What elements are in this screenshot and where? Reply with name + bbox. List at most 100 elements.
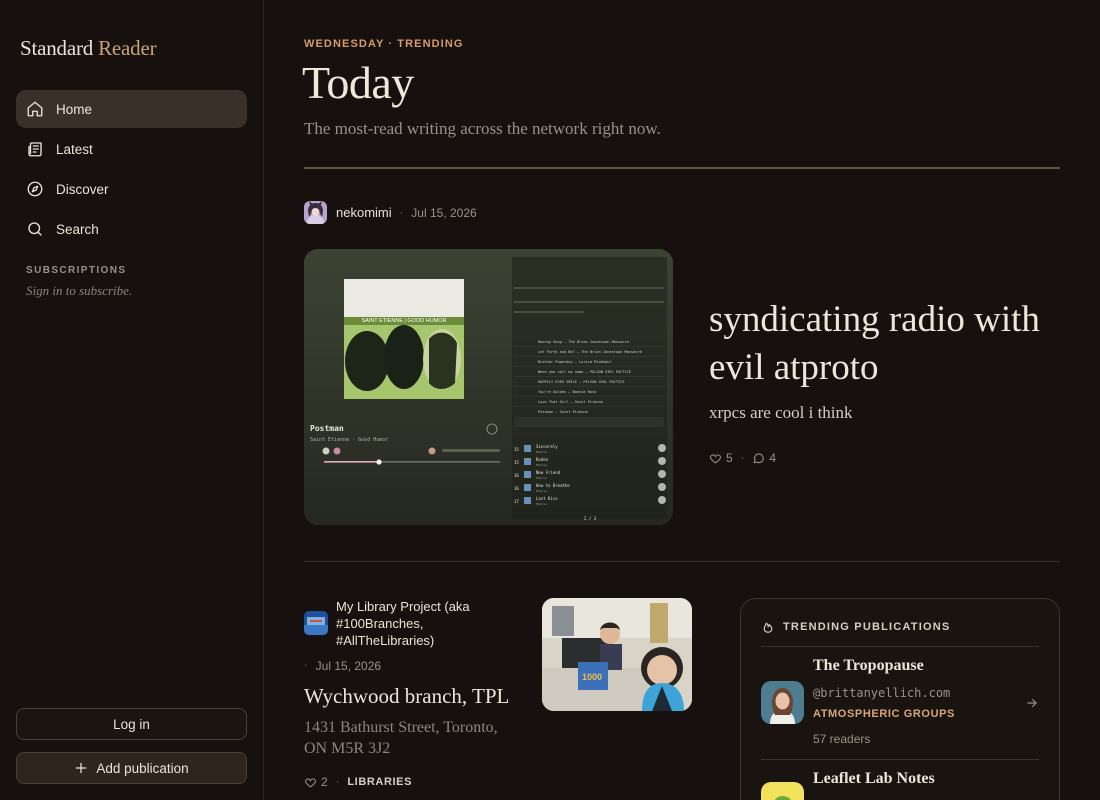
- trending-publications-card: TRENDING PUBLICATIONS The Tropopause @br…: [740, 598, 1060, 800]
- list-sub: Mobile: [536, 489, 547, 493]
- queue-item: Hooray Song — The Brian Jonestown Massac…: [538, 340, 629, 344]
- trending-handle: @brittanyellich.com: [813, 686, 951, 700]
- post2-title[interactable]: Wychwood branch, TPL: [304, 684, 509, 709]
- separator-dot: ·: [399, 206, 404, 219]
- subscriptions-note: Sign in to subscribe.: [26, 283, 133, 298]
- featured-author-row: nekomimi · Jul 15, 2026: [304, 201, 477, 224]
- queue-item: Postman — Saint Etienne: [538, 410, 588, 414]
- search-icon: [28, 222, 42, 236]
- compass-icon: [27, 181, 43, 197]
- page-subtitle: The most-read writing across the network…: [304, 119, 661, 138]
- subscriptions-heading: SUBSCRIPTIONS: [26, 265, 127, 276]
- add-publication-button[interactable]: Add publication: [16, 752, 247, 784]
- queue-item: Let Forth and Be? — The Brian Jonestown …: [538, 350, 642, 354]
- add-publication-label: Add publication: [96, 760, 189, 776]
- separator-dot: ·: [335, 776, 340, 788]
- author-avatar[interactable]: [304, 201, 327, 224]
- nav-item-home[interactable]: Home: [16, 90, 247, 128]
- post2-publication-row: My Library Project (aka #100Branches, #A…: [304, 598, 521, 649]
- page-eyebrow: WEDNESDAY · TRENDING: [304, 38, 464, 50]
- brand-part-1: Standard: [20, 36, 94, 60]
- login-label: Log in: [113, 716, 150, 732]
- sidebar: Standard Reader Home Latest Discover Sea…: [0, 0, 264, 800]
- separator-dot: ·: [740, 452, 745, 464]
- list-title: Rodeo: [536, 457, 549, 462]
- list-pager: 2 / 3: [584, 516, 597, 521]
- main-content: WEDNESDAY · TRENDING Today The most-read…: [302, 0, 1060, 800]
- newspaper-icon: [28, 142, 42, 157]
- heart-icon[interactable]: [304, 776, 317, 789]
- list-sub: Mobile: [536, 463, 547, 467]
- featured-stats: 5 · 4: [709, 451, 776, 465]
- comment-icon[interactable]: [752, 452, 765, 465]
- list-num: 15: [514, 447, 519, 452]
- list-sub: Mobile: [536, 476, 547, 480]
- author-name[interactable]: nekomimi: [336, 205, 392, 220]
- nav-label: Latest: [56, 141, 93, 157]
- list-title: New Friend: [536, 470, 561, 475]
- post2-publication-name[interactable]: My Library Project (aka #100Branches, #A…: [336, 598, 521, 649]
- like-count: 2: [321, 775, 328, 789]
- featured-cover-image[interactable]: SAINT ETIENNE | GOOD HUMOR Postman Saint…: [304, 249, 673, 525]
- nav-label: Search: [56, 221, 99, 237]
- main-nav: Home Latest Discover Search: [16, 90, 247, 250]
- featured-subtitle: xrpcs are cool i think: [709, 403, 853, 422]
- post2-tag[interactable]: LIBRARIES: [347, 776, 412, 788]
- queue-item: When you call my name — PELSON GIRL PACT…: [538, 370, 631, 374]
- arrow-right-icon: [1027, 698, 1037, 708]
- nav-item-discover[interactable]: Discover: [16, 170, 247, 208]
- trending-heading-row: TRENDING PUBLICATIONS: [761, 620, 950, 634]
- nav-label: Discover: [56, 181, 109, 197]
- header-divider: [304, 167, 1060, 169]
- nav-item-search[interactable]: Search: [16, 210, 247, 248]
- list-title: Last Kiss: [536, 496, 558, 501]
- list-num: 16: [514, 486, 519, 491]
- trending-category: ATMOSPHERIC GROUPS: [813, 708, 955, 720]
- list-title: Sincerely: [536, 444, 558, 449]
- trending-name: The Tropopause: [813, 657, 924, 674]
- post2-date-row: · Jul 15, 2026: [304, 659, 381, 673]
- brand-logo[interactable]: Standard Reader: [20, 36, 157, 61]
- brand-part-2: Reader: [98, 36, 157, 60]
- now-playing-track: Postman: [310, 424, 344, 433]
- nav-label: Home: [56, 101, 93, 117]
- now-playing-artist: Saint Etienne · Good Humor: [310, 437, 388, 443]
- like-count: 5: [726, 451, 733, 465]
- list-num: 15: [514, 460, 519, 465]
- publication-avatar[interactable]: [304, 611, 328, 635]
- list-title: How to Breathe: [536, 483, 570, 488]
- home-icon: [27, 101, 43, 117]
- queue-item: You're Golden — Nannie Rock: [538, 390, 597, 394]
- queue-item: HAPPILY EVER SMILE — PELSON GIRL PACTICE: [538, 380, 625, 384]
- list-num: 17: [514, 499, 519, 504]
- trending-heading: TRENDING PUBLICATIONS: [783, 621, 951, 633]
- section-divider: [304, 561, 1060, 562]
- post2-subtitle: 1431 Bathurst Street, Toronto, ON M5R 3J…: [304, 719, 498, 757]
- separator-dot: ·: [304, 659, 308, 671]
- trending-item-tropopause[interactable]: The Tropopause @brittanyellich.com ATMOS…: [761, 647, 1039, 759]
- post2-cover-image[interactable]: 1000: [542, 598, 692, 711]
- flame-icon: [763, 622, 773, 633]
- list-sub: Mobile: [536, 450, 547, 454]
- heart-icon[interactable]: [709, 452, 722, 465]
- page-title: Today: [302, 57, 414, 108]
- trending-item-leaflet-lab-notes[interactable]: Leaflet Lab Notes: [761, 760, 1039, 800]
- comment-count: 4: [769, 451, 777, 465]
- post-date: Jul 15, 2026: [411, 205, 477, 220]
- trending-avatar: [761, 782, 804, 800]
- queue-item: Brother Paperboy — Lorica Blokhaul: [538, 360, 612, 364]
- trending-name: Leaflet Lab Notes: [813, 770, 935, 787]
- trending-avatar: [761, 681, 804, 724]
- nav-item-latest[interactable]: Latest: [16, 130, 247, 168]
- featured-title[interactable]: syndicating radio with evil atproto: [709, 296, 1049, 392]
- post2-stats: 2 · LIBRARIES: [304, 775, 412, 789]
- plus-icon: [76, 762, 87, 774]
- album-caption: SAINT ETIENNE | GOOD HUMOR: [361, 318, 446, 324]
- trending-readers: 57 readers: [813, 732, 871, 746]
- list-num: 16: [514, 473, 519, 478]
- queue-item: Love That Girl — Saint Etienne: [538, 400, 603, 404]
- login-button[interactable]: Log in: [16, 708, 247, 740]
- list-sub: Mobile: [536, 502, 547, 506]
- svg-text:1000: 1000: [582, 672, 602, 682]
- post2-date: Jul 15, 2026: [315, 659, 382, 673]
